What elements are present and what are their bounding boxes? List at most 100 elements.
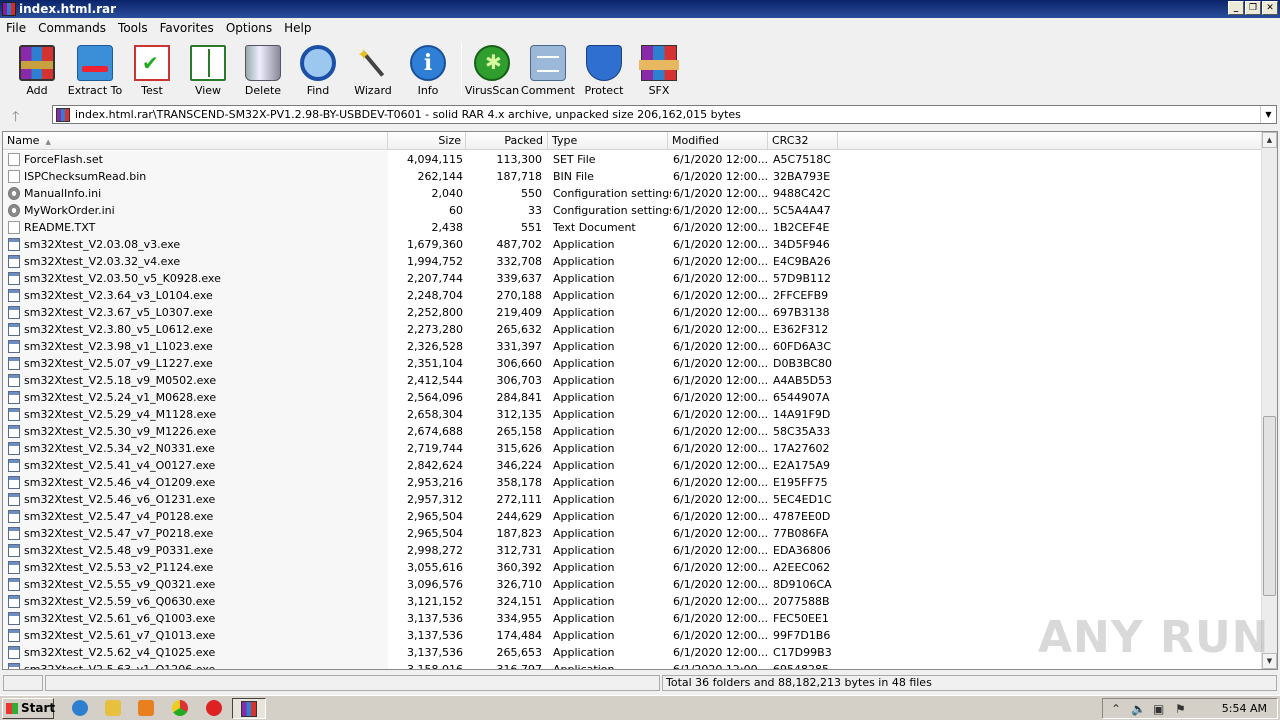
file-row[interactable]: sm32Xtest_V2.3.67_v5_L0307.exe 2,252,800 2… <box>3 304 1263 321</box>
address-field[interactable]: index.html.rar\TRANSCEND-SM32X-PV1.2.98-… <box>52 105 1277 124</box>
file-size: 2,564,096 <box>407 391 463 404</box>
column-name[interactable]: Name ▲ <box>3 132 388 150</box>
test-button[interactable]: Test <box>124 45 180 97</box>
file-crc32: 6544907A <box>773 391 830 404</box>
file-row[interactable]: sm32Xtest_V2.5.47_v7_P0218.exe 2,965,504 1… <box>3 525 1263 542</box>
close-button[interactable]: ✕ <box>1262 1 1278 15</box>
winrar-app-icon[interactable] <box>2 2 16 16</box>
file-row[interactable]: ForceFlash.set 4,094,115 113,300 SET File 6/… <box>3 151 1263 168</box>
minimize-button[interactable]: _ <box>1228 1 1244 15</box>
action-center-flag-icon[interactable]: ⚑ <box>1175 702 1186 716</box>
menu-commands[interactable]: Commands <box>32 21 112 35</box>
info-icon: i <box>410 45 446 81</box>
column-crc32[interactable]: CRC32 <box>768 132 838 150</box>
file-row[interactable]: sm32Xtest_V2.5.41_v4_O0127.exe 2,842,624 3… <box>3 457 1263 474</box>
taskbar-winrar-button[interactable] <box>232 698 266 719</box>
file-row[interactable]: sm32Xtest_V2.5.24_v1_M0628.exe 2,564,096 2… <box>3 389 1263 406</box>
file-row[interactable]: sm32Xtest_V2.03.50_v5_K0928.exe 2,207,744… <box>3 270 1263 287</box>
file-name: sm32Xtest_V2.3.80_v5_L0612.exe <box>24 323 213 336</box>
media-player-icon[interactable] <box>138 700 154 716</box>
file-row[interactable]: sm32Xtest_V2.03.08_v3.exe 1,679,360 487,70… <box>3 236 1263 253</box>
file-packed: 265,653 <box>496 646 543 659</box>
file-type: Application <box>553 595 615 608</box>
drive-status-icon[interactable] <box>3 675 43 691</box>
vertical-scrollbar[interactable]: ▲ ▼ <box>1261 132 1277 669</box>
wizard-button[interactable]: Wizard <box>345 45 401 97</box>
file-row[interactable]: sm32Xtest_V2.5.47_v4_P0128.exe 2,965,504 2… <box>3 508 1263 525</box>
virusscan-button[interactable]: VirusScan <box>464 45 520 97</box>
scroll-up-button[interactable]: ▲ <box>1262 132 1277 148</box>
file-name: sm32Xtest_V2.3.64_v3_L0104.exe <box>24 289 213 302</box>
file-row[interactable]: sm32Xtest_V2.5.46_v6_O1231.exe 2,957,312 2… <box>3 491 1263 508</box>
up-folder-icon[interactable]: 🡑 <box>12 106 19 130</box>
view-button[interactable]: View <box>180 45 236 97</box>
file-row[interactable]: sm32Xtest_V2.3.80_v5_L0612.exe 2,273,280 2… <box>3 321 1263 338</box>
opera-icon[interactable] <box>206 700 222 716</box>
ie-icon[interactable] <box>72 700 88 716</box>
extract-folder-icon <box>77 45 113 81</box>
file-row[interactable]: sm32Xtest_V2.5.46_v4_O1209.exe 2,953,216 3… <box>3 474 1263 491</box>
menu-favorites[interactable]: Favorites <box>154 21 220 35</box>
file-row[interactable]: ISPChecksumRead.bin 262,144 187,718 BIN Fil… <box>3 168 1263 185</box>
file-row[interactable]: sm32Xtest_V2.3.98_v1_L1023.exe 2,326,528 3… <box>3 338 1263 355</box>
application-file-icon <box>8 442 20 455</box>
file-crc32: 2077588B <box>773 595 830 608</box>
file-row[interactable]: sm32Xtest_V2.5.48_v9_P0331.exe 2,998,272 3… <box>3 542 1263 559</box>
file-type: Application <box>553 323 615 336</box>
column-type[interactable]: Type <box>548 132 668 150</box>
protect-button[interactable]: Protect <box>576 45 632 97</box>
application-file-icon <box>8 612 20 625</box>
sfx-button[interactable]: SFX <box>631 45 687 97</box>
network-icon[interactable]: ▣ <box>1153 702 1164 716</box>
shield-icon <box>586 45 622 81</box>
menu-file[interactable]: File <box>0 21 32 35</box>
explorer-folder-icon[interactable] <box>105 700 121 716</box>
clock[interactable]: 5:54 AM <box>1222 702 1267 715</box>
add-button[interactable]: Add <box>9 45 65 97</box>
file-modified: 6/1/2020 12:00... <box>673 323 769 336</box>
menu-tools[interactable]: Tools <box>112 21 154 35</box>
tray-expand-icon[interactable]: ⌃ <box>1111 702 1121 716</box>
file-size: 4,094,115 <box>407 153 463 166</box>
file-row[interactable]: sm32Xtest_V2.5.55_v9_Q0321.exe 3,096,576 3… <box>3 576 1263 593</box>
file-row[interactable]: sm32Xtest_V2.5.53_v2_P1124.exe 3,055,616 3… <box>3 559 1263 576</box>
file-row[interactable]: sm32Xtest_V2.5.59_v6_Q0630.exe 3,121,152 3… <box>3 593 1263 610</box>
file-row[interactable]: sm32Xtest_V2.5.18_v9_M0502.exe 2,412,544 3… <box>3 372 1263 389</box>
scroll-thumb[interactable] <box>1263 416 1276 596</box>
file-name: sm32Xtest_V2.5.24_v1_M0628.exe <box>24 391 217 404</box>
file-row[interactable]: README.TXT 2,438 551 Text Document 6/1/2020 … <box>3 219 1263 236</box>
application-file-icon <box>8 408 20 421</box>
find-button[interactable]: Find <box>290 45 346 97</box>
file-row[interactable]: sm32Xtest_V2.5.30_v9_M1226.exe 2,674,688 2… <box>3 423 1263 440</box>
file-row[interactable]: sm32Xtest_V2.5.29_v4_M1128.exe 2,658,304 3… <box>3 406 1263 423</box>
file-packed: 244,629 <box>496 510 543 523</box>
file-row[interactable]: MyWorkOrder.ini 60 33 Configuration setting… <box>3 202 1263 219</box>
delete-button[interactable]: Delete <box>235 45 291 97</box>
file-size: 3,096,576 <box>407 578 463 591</box>
start-button[interactable]: Start <box>2 698 55 719</box>
info-button[interactable]: i Info <box>400 45 456 97</box>
file-size: 3,137,536 <box>407 629 463 642</box>
extract-to-button[interactable]: Extract To <box>67 45 123 97</box>
column-size[interactable]: Size <box>388 132 466 150</box>
file-row[interactable]: sm32Xtest_V2.03.32_v4.exe 1,994,752 332,70… <box>3 253 1263 270</box>
file-row[interactable]: sm32Xtest_V2.3.64_v3_L0104.exe 2,248,704 2… <box>3 287 1263 304</box>
file-modified: 6/1/2020 12:00... <box>673 544 769 557</box>
menu-options[interactable]: Options <box>220 21 278 35</box>
restore-button[interactable]: ❐ <box>1245 1 1261 15</box>
application-file-icon <box>8 391 20 404</box>
menu-help[interactable]: Help <box>278 21 317 35</box>
column-modified[interactable]: Modified <box>668 132 768 150</box>
comment-icon <box>530 45 566 81</box>
file-row[interactable]: sm32Xtest_V2.5.34_v2_N0331.exe 2,719,744 3… <box>3 440 1263 457</box>
file-type: Application <box>553 663 615 670</box>
file-modified: 6/1/2020 12:00... <box>673 646 769 659</box>
comment-button[interactable]: Comment <box>520 45 576 97</box>
address-dropdown-button[interactable]: ▼ <box>1260 106 1276 123</box>
file-type: Application <box>553 357 615 370</box>
chrome-icon[interactable] <box>172 700 188 716</box>
column-packed[interactable]: Packed <box>466 132 548 150</box>
file-row[interactable]: ManualInfo.ini 2,040 550 Configuration sett… <box>3 185 1263 202</box>
volume-icon[interactable]: 🔈 <box>1131 702 1146 716</box>
file-row[interactable]: sm32Xtest_V2.5.07_v9_L1227.exe 2,351,104 3… <box>3 355 1263 372</box>
